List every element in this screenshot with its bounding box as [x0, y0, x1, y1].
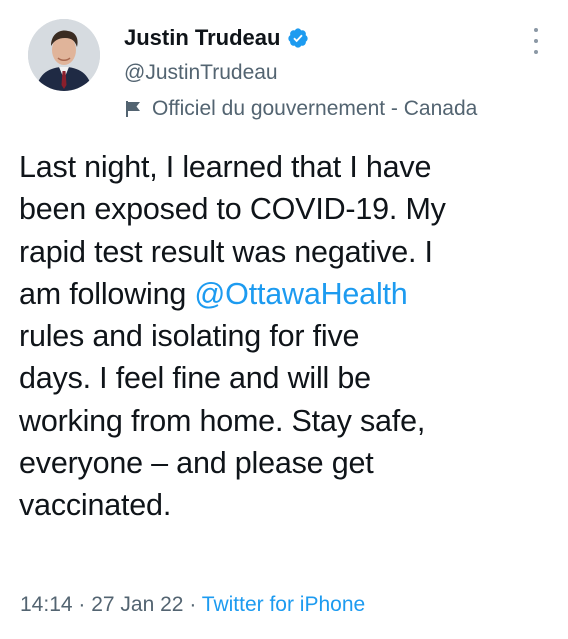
tweet-meta: 14:14 · 27 Jan 22 · Twitter for iPhone: [20, 590, 365, 620]
tweet-line: rules and isolating for five: [19, 319, 360, 354]
tweet-line: everyone – and please get: [19, 446, 374, 481]
avatar-image: [28, 19, 100, 91]
tweet-card: Justin Trudeau @JustinTrudeau Officiel d…: [0, 0, 568, 639]
tweet-line: rapid test result was negative. I: [19, 234, 433, 269]
tweet-text: Last night, I learned that I have been e…: [19, 146, 554, 527]
tweet-line: vaccinated.: [19, 488, 172, 523]
avatar[interactable]: [28, 19, 100, 91]
government-flag-icon: [124, 99, 144, 119]
display-name[interactable]: Justin Trudeau: [124, 25, 280, 51]
more-options-icon[interactable]: [528, 28, 544, 54]
affiliation-text: Officiel du gouvernement - Canada: [152, 97, 478, 120]
tweet-line: working from home. Stay safe,: [19, 403, 426, 438]
mention-link[interactable]: @OttawaHealth: [194, 277, 407, 311]
tweet-header: Justin Trudeau @JustinTrudeau Officiel d…: [124, 22, 568, 124]
tweet-line: days. I feel fine and will be: [19, 361, 371, 396]
tweet-line-text: am following: [19, 276, 195, 311]
meta-separator: ·: [72, 593, 92, 616]
meta-separator: ·: [183, 593, 202, 616]
tweet-date[interactable]: 27 Jan 22: [91, 593, 183, 616]
tweet-line: been exposed to COVID-19. My: [19, 192, 446, 227]
user-handle[interactable]: @JustinTrudeau: [124, 58, 568, 88]
tweet-line: Last night, I learned that I have: [19, 150, 432, 184]
verified-badge-icon: [287, 27, 309, 49]
name-row: Justin Trudeau: [124, 22, 568, 54]
tweet-time[interactable]: 14:14: [20, 593, 73, 616]
affiliation-label: Officiel du gouvernement - Canada: [124, 94, 568, 124]
tweet-source-link[interactable]: Twitter for iPhone: [202, 593, 365, 616]
tweet-line: am following @OttawaHealth: [19, 273, 554, 315]
